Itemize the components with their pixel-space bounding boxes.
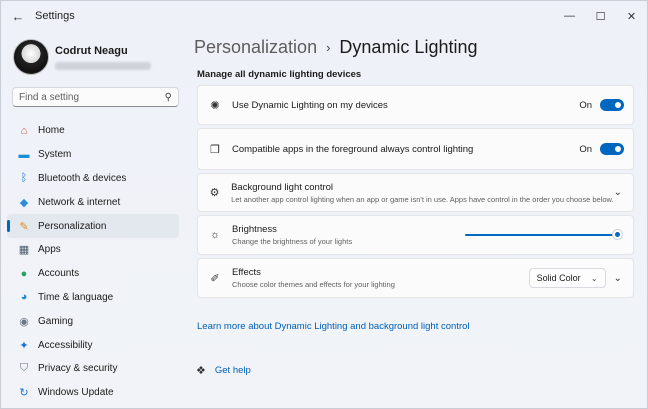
sun-burst-icon: ✺ [210,99,220,112]
sidebar-item-accessibility[interactable]: ✦ Accessibility [7,333,179,357]
sidebar-item-label: Home [38,125,65,137]
sidebar-item-network-internet[interactable]: ◆ Network & internet [7,190,179,214]
sidebar-item-label: Time & language [38,291,114,303]
sidebar-item-label: Bluetooth & devices [38,172,127,184]
setting-title: Brightness [232,224,277,235]
close-icon[interactable]: ✕ [616,1,647,31]
sidebar: Codrut Neagu Find a setting ⚲ ⌂ Home ▬ Syst… [1,31,191,409]
wifi-icon: ◆ [19,196,29,209]
setting-subtitle: Change the brightness of your lights [232,237,353,246]
sidebar-item-system[interactable]: ▬ System [7,143,179,167]
accessibility-icon: ✦ [19,339,29,352]
pen-icon: ✐ [210,272,220,285]
learn-more-link[interactable]: Learn more about Dynamic Lighting and ba… [197,321,470,332]
breadcrumb-separator: › [326,40,331,55]
sidebar-item-label: Accessibility [38,339,93,351]
brightness-slider[interactable] [465,229,623,241]
sidebar-item-label: Gaming [38,315,74,327]
background-light-control-row[interactable]: ⚙ Background light control Let another a… [197,173,634,212]
main-content: Personalization › Dynamic Lighting Manag… [194,31,636,409]
search-input[interactable]: Find a setting ⚲ [12,87,179,107]
monitor-icon: ▬ [18,148,30,161]
profile-name: Codrut Neagu [55,44,128,57]
avatar [13,39,49,75]
sidebar-item-accounts[interactable]: ● Accounts [7,262,179,286]
chevron-down-icon[interactable]: ⌄ [614,187,622,198]
gear-icon: ⚙ [209,187,220,199]
settings-window: ← Settings — ☐ ✕ Codrut Neagu Find a set… [0,0,648,409]
sidebar-item-apps[interactable]: ▦ Apps [7,238,179,262]
apps-lighting-icon: ❐ [210,143,220,156]
title-bar: ← Settings — ☐ ✕ [1,1,647,31]
profile-email-redacted [55,61,151,70]
minimize-icon[interactable]: — [554,1,585,31]
gamepad-icon: ◉ [19,315,29,328]
get-help[interactable]: ❖ Get help [196,364,251,377]
home-icon: ⌂ [20,124,28,137]
page-title: Dynamic Lighting [339,37,478,57]
toggle-state-label: On [579,143,592,155]
setting-title: Background light control [231,181,334,193]
back-arrow-icon[interactable]: ← [3,1,33,31]
sidebar-nav: ⌂ Home ▬ System ᛒ Bluetooth & devices ◆ Network… [7,119,179,405]
globe-clock-icon: ◕ [20,291,28,304]
sidebar-item-label: Windows Update [38,387,114,399]
sidebar-item-label: Network & internet [38,196,121,208]
sidebar-item-bluetooth-devices[interactable]: ᛒ Bluetooth & devices [7,167,179,191]
setting-title: Compatible apps in the foreground always… [232,143,474,155]
update-icon: ↻ [19,387,29,400]
search-icon: ⚲ [164,91,172,103]
toggle-state-label: On [579,99,592,111]
breadcrumb: Personalization › Dynamic Lighting [194,37,478,58]
sidebar-item-time-language[interactable]: ◕ Time & language [7,286,179,310]
slider-thumb[interactable] [612,229,623,240]
dynamic-lighting-toggle[interactable] [600,99,624,111]
search-placeholder: Find a setting [19,91,80,103]
sidebar-item-label: System [38,149,72,161]
sidebar-item-label: Apps [38,244,61,256]
shield-icon: ⛉ [19,362,29,375]
apps-icon: ▦ [18,244,30,257]
paintbrush-icon: ✎ [19,220,29,233]
setting-subtitle: Let another app control lighting when an… [231,194,614,204]
sidebar-item-personalization[interactable]: ✎ Personalization [7,214,179,238]
sidebar-item-windows-update[interactable]: ↻ Windows Update [7,381,179,405]
get-help-link[interactable]: Get help [215,365,251,376]
sidebar-item-label: Accounts [38,268,80,280]
compatible-apps-toggle[interactable] [600,143,624,155]
window-controls: — ☐ ✕ [554,1,647,31]
user-profile[interactable]: Codrut Neagu [13,39,151,75]
person-icon: ● [20,267,28,280]
maximize-icon[interactable]: ☐ [585,1,616,31]
sidebar-item-gaming[interactable]: ◉ Gaming [7,309,179,333]
help-chat-icon: ❖ [196,365,206,377]
setting-title: Effects [232,267,261,278]
setting-subtitle: Choose color themes and effects for your… [232,280,395,289]
effects-selected: Solid Color [536,273,581,283]
setting-title: Use Dynamic Lighting on my devices [232,99,388,111]
effects-row[interactable]: ✐ Effects Choose color themes and effect… [197,258,634,298]
use-dynamic-lighting-row[interactable]: ✺ Use Dynamic Lighting on my devices On [197,85,634,125]
sidebar-item-label: Personalization [38,220,107,232]
slider-track [465,234,618,236]
effects-dropdown[interactable]: Solid Color ⌄ [528,268,606,288]
chevron-down-icon: ⌄ [590,273,598,283]
sidebar-item-home[interactable]: ⌂ Home [7,119,179,143]
compatible-apps-row[interactable]: ❐ Compatible apps in the foreground alwa… [197,128,634,170]
sidebar-item-label: Privacy & security [38,363,118,375]
bluetooth-icon: ᛒ [20,172,28,185]
brightness-row: ☼ Brightness Change the brightness of yo… [197,215,634,255]
section-title: Manage all dynamic lighting devices [197,69,362,80]
brightness-icon: ☼ [209,229,221,241]
app-title: Settings [35,10,75,22]
chevron-down-icon[interactable]: ⌄ [614,273,622,284]
breadcrumb-parent[interactable]: Personalization [194,37,317,58]
sidebar-item-privacy-security[interactable]: ⛉ Privacy & security [7,357,179,381]
